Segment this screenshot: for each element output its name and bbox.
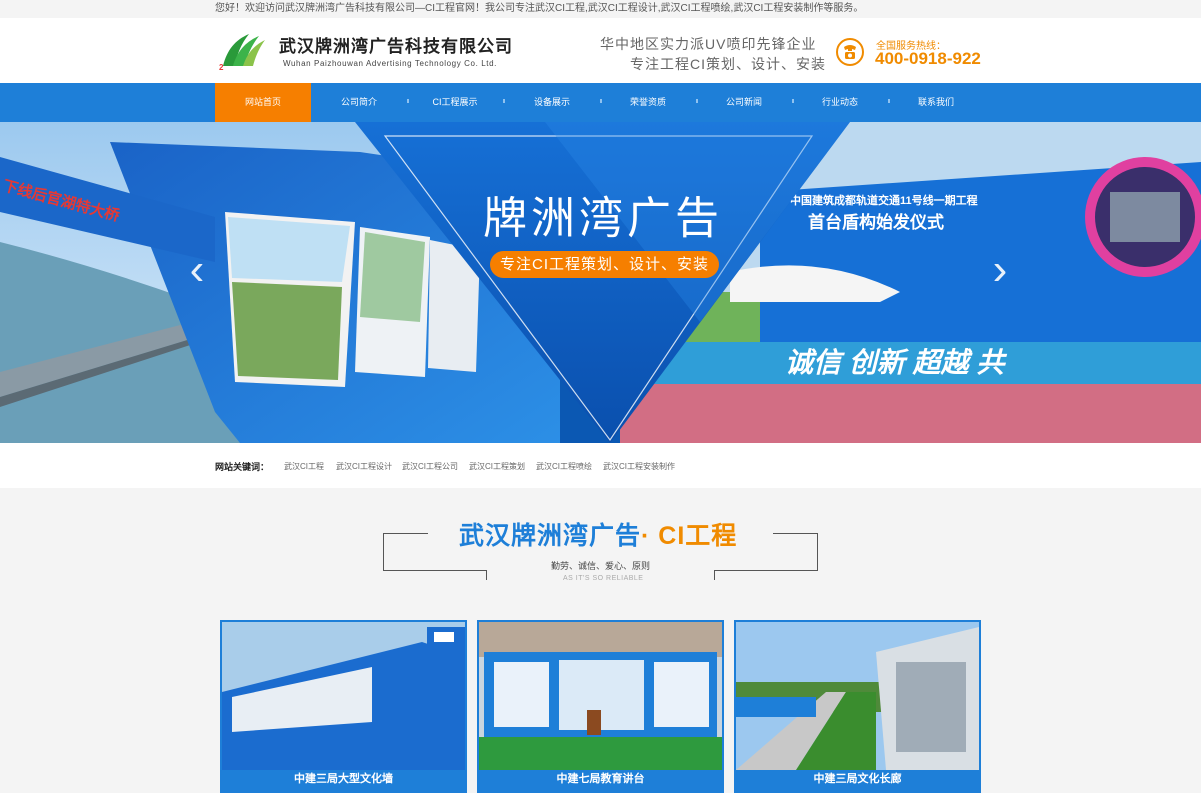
section-title-accent: · CI工程	[641, 522, 738, 550]
project-card-caption[interactable]: 中建三局文化长廊	[736, 770, 979, 786]
nav-item-equipment[interactable]: 设备展示	[504, 83, 600, 122]
keyword-link[interactable]: 武汉CI工程安装制作	[603, 461, 675, 472]
nav-item-ci-showcase[interactable]: CI工程展示	[407, 83, 503, 122]
top-notice-text: 您好！欢迎访问武汉牌洲湾广告科技有限公司—CI工程官网！我公司专注武汉CI工程,…	[215, 3, 864, 14]
nav-item-contact[interactable]: 联系我们	[888, 83, 984, 122]
company-name-en: Wuhan Paizhouwan Advertising Technology …	[283, 59, 497, 68]
company-name-cn[interactable]: 武汉牌洲湾广告科技有限公司	[279, 32, 513, 57]
banner-tagline-pill: 专注CI工程策划、设计、安装	[490, 251, 719, 278]
project-card-caption[interactable]: 中建七局教育讲台	[479, 770, 722, 786]
main-nav: 网站首页 公司简介 CI工程展示 设备展示 荣誉资质 公司新闻 行业动态 联系我…	[0, 83, 1201, 122]
keyword-link[interactable]: 武汉CI工程公司	[402, 461, 458, 472]
right-sign-line2: 首台盾构始发仪式	[808, 212, 944, 232]
project-card[interactable]: 中建三局大型文化墙	[220, 620, 467, 793]
nav-item-honors[interactable]: 荣誉资质	[600, 83, 696, 122]
keyword-link[interactable]: 武汉CI工程喷绘	[536, 461, 592, 472]
nav-separator	[600, 99, 602, 103]
company-logo-icon[interactable]: 2	[219, 30, 269, 70]
phone-icon	[836, 38, 864, 66]
decor-bracket-right	[773, 533, 818, 571]
project-card-image	[479, 622, 722, 770]
site-header: 2 武汉牌洲湾广告科技有限公司 Wuhan Paizhouwan Adverti…	[0, 18, 1201, 83]
svg-text:2: 2	[219, 63, 224, 70]
project-card[interactable]: 中建三局文化长廊	[734, 620, 981, 793]
carousel-prev-arrow-icon[interactable]: ‹	[182, 248, 212, 292]
keyword-link[interactable]: 武汉CI工程策划	[469, 461, 525, 472]
section-subtitle: 勤劳、诚信、爱心、原则	[551, 561, 651, 571]
nav-separator	[503, 99, 505, 103]
section-subtitle-en: AS IT'S SO RELIABLE	[563, 575, 644, 582]
keywords-bar: 网站关键词： 武汉CI工程 武汉CI工程设计 武汉CI工程公司 武汉CI工程策划…	[0, 443, 1201, 488]
section-title: 武汉牌洲湾广告· CI工程	[459, 516, 737, 552]
keyword-link[interactable]: 武汉CI工程	[284, 461, 324, 472]
nav-item-industry[interactable]: 行业动态	[792, 83, 888, 122]
section-title-main: 武汉牌洲湾广告	[459, 522, 642, 550]
project-card[interactable]: 中建七局教育讲台	[477, 620, 724, 793]
nav-separator	[696, 99, 698, 103]
nav-separator	[407, 99, 409, 103]
hero-banner[interactable]: 下线后官湖特大桥 中国建筑成都轨道交通11号线一期工程 首台盾构始发仪式 诚信 …	[0, 122, 1201, 443]
top-notice-bar: 您好！欢迎访问武汉牌洲湾广告科技有限公司—CI工程官网！我公司专注武汉CI工程,…	[0, 0, 1201, 18]
keywords-label: 网站关键词：	[215, 462, 270, 472]
keyword-link[interactable]: 武汉CI工程设计	[336, 461, 392, 472]
nav-separator	[792, 99, 794, 103]
banner-title: 牌洲湾广告	[483, 193, 723, 244]
nav-separator	[888, 99, 890, 103]
decor-bracket-left-bottom	[383, 570, 487, 580]
header-slogan-line1: 华中地区实力派UV喷印先锋企业	[600, 36, 817, 52]
nav-item-about[interactable]: 公司简介	[311, 83, 407, 122]
header-slogan-line2: 专注工程CI策划、设计、安装	[630, 56, 826, 72]
project-card-image	[222, 622, 465, 770]
nav-item-home[interactable]: 网站首页	[215, 83, 311, 122]
hotline-number[interactable]: 400-0918-922	[875, 49, 981, 69]
carousel-next-arrow-icon[interactable]: ›	[985, 248, 1015, 292]
project-card-caption[interactable]: 中建三局大型文化墙	[222, 770, 465, 786]
decor-bracket-right-bottom	[714, 570, 818, 580]
right-sign-line1: 中国建筑成都轨道交通11号线一期工程	[790, 193, 978, 207]
project-card-image	[736, 622, 979, 770]
decor-bracket-left	[383, 533, 428, 571]
banner-background-image: 下线后官湖特大桥 中国建筑成都轨道交通11号线一期工程 首台盾构始发仪式 诚信 …	[0, 122, 1201, 443]
nav-item-news[interactable]: 公司新闻	[696, 83, 792, 122]
right-sign-line3: 诚信 创新 超越 共	[785, 347, 1007, 378]
